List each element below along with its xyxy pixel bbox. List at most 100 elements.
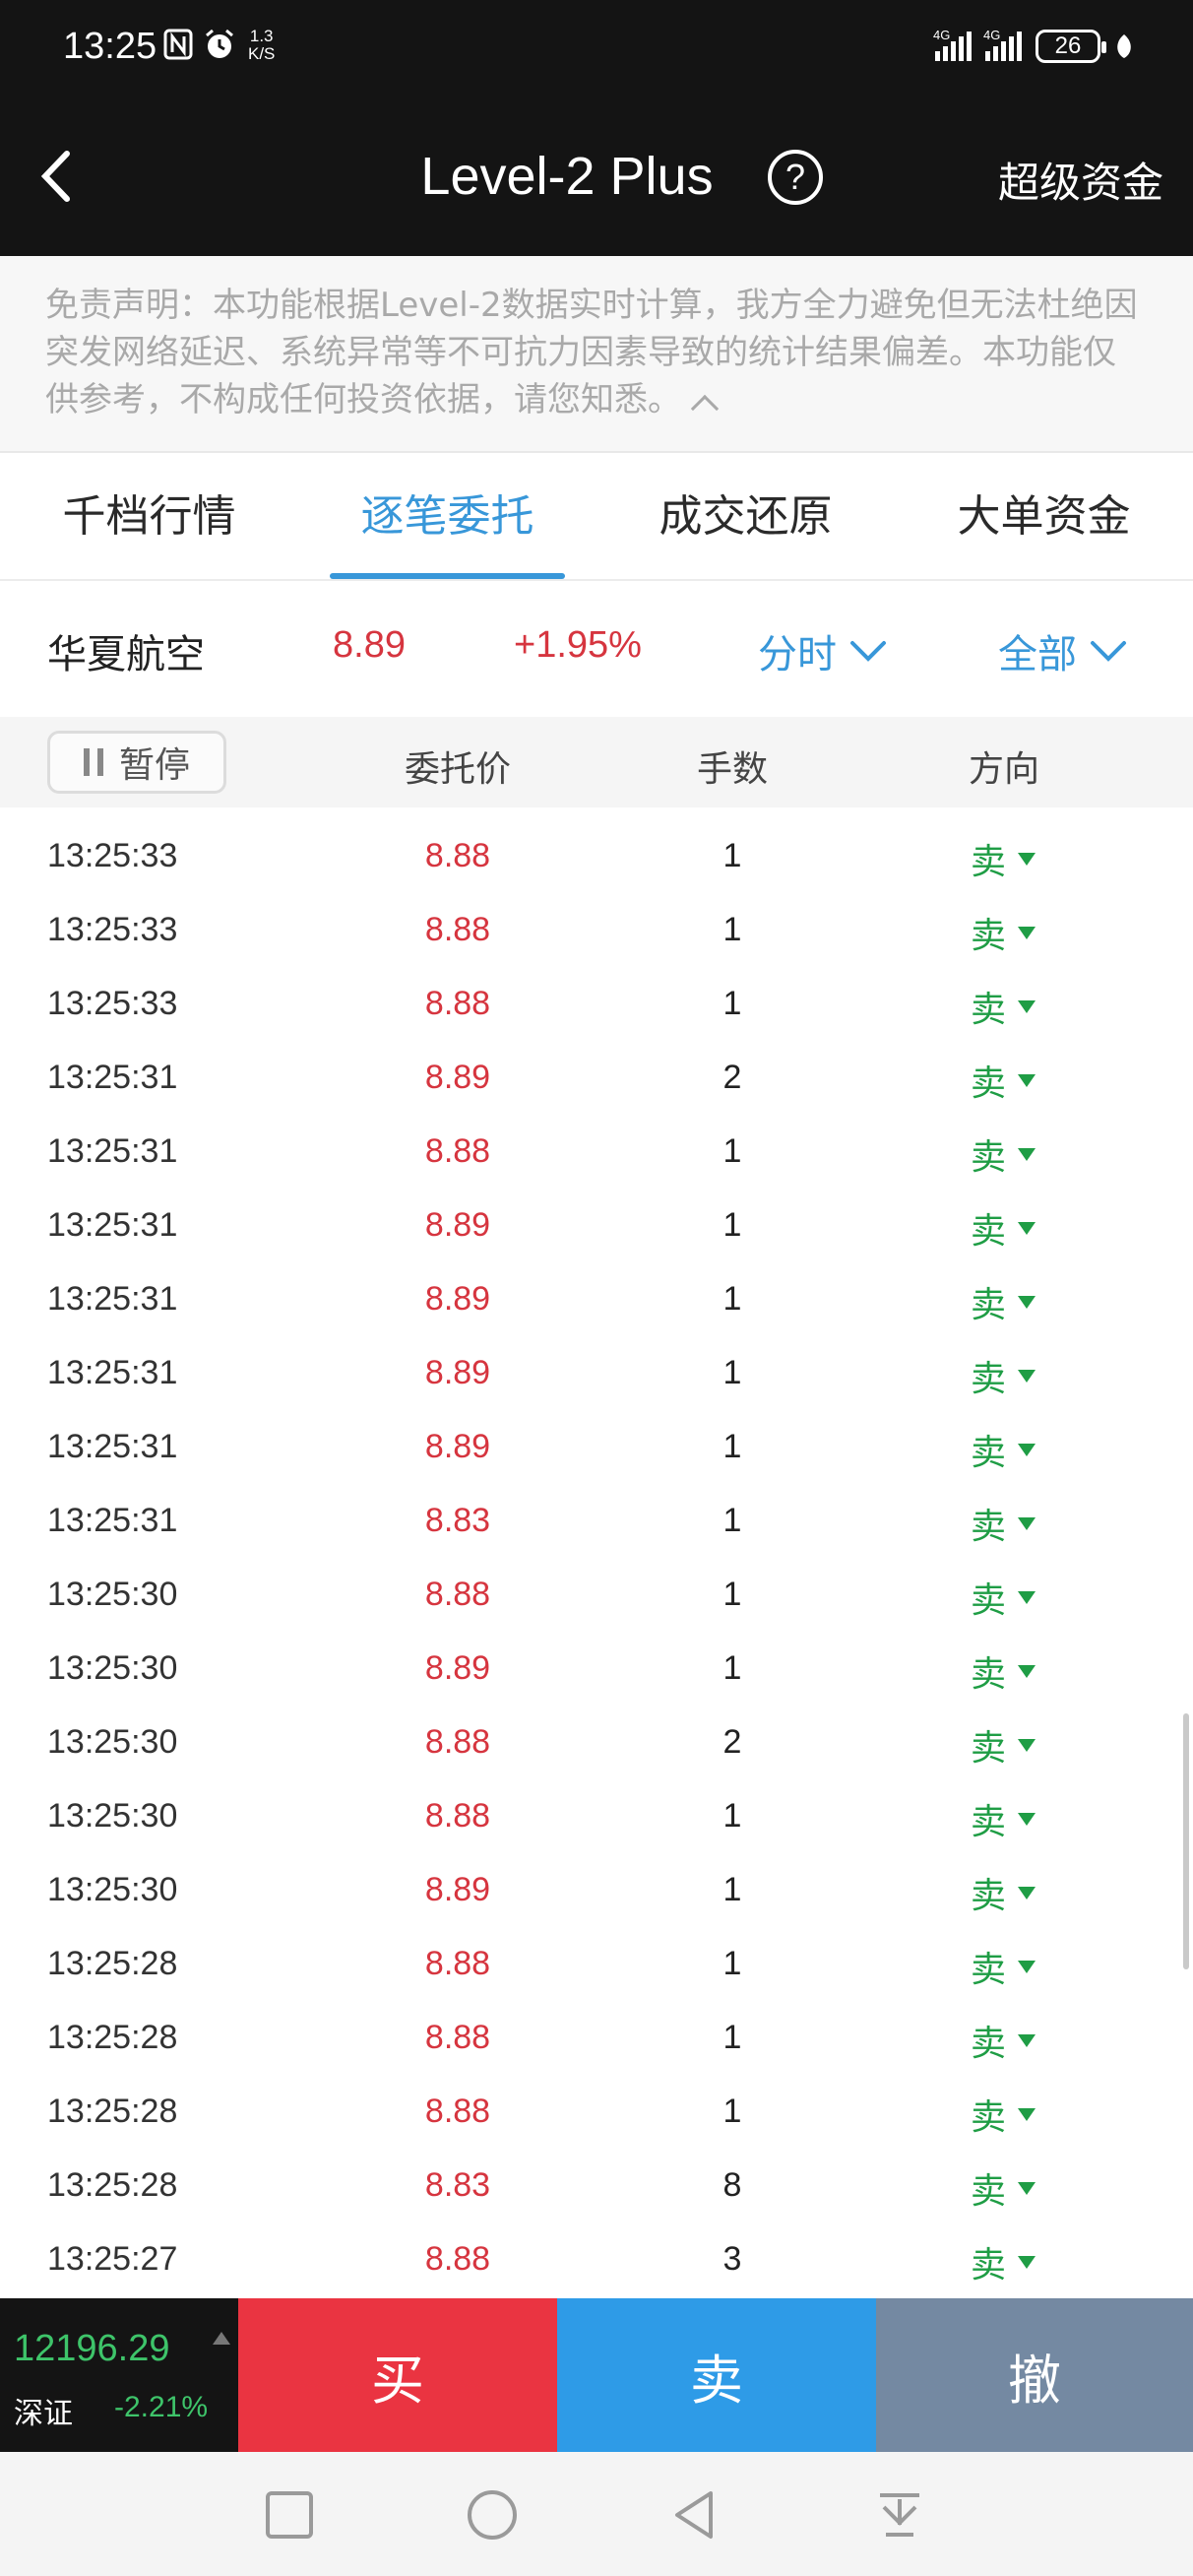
table-row: 13:25:28 8.83 8 卖: [0, 2145, 1193, 2219]
order-price: 8.89: [424, 1428, 491, 1465]
order-qty: 1: [722, 1649, 742, 1687]
order-qty: 1: [722, 2093, 742, 2130]
pause-button[interactable]: 暂停: [47, 731, 226, 794]
tab-order-by-order[interactable]: 逐笔委托: [298, 453, 596, 579]
table-row: 13:25:31 8.89 1 卖: [0, 1185, 1193, 1258]
table-row: 13:25:27 8.88 3 卖: [0, 2219, 1193, 2292]
down-triangle-icon: [1018, 999, 1036, 1013]
chevron-down-icon: [850, 641, 886, 662]
order-price: 8.88: [424, 985, 491, 1022]
order-time: 13:25:31: [47, 1354, 178, 1391]
order-list[interactable]: 13:25:33 8.88 1 卖 13:25:33 8.88 1 卖 13:25:33 8.88…: [0, 815, 1193, 2298]
index-ticker[interactable]: 12196.29 深证 -2.21%: [0, 2298, 238, 2452]
order-price: 8.88: [424, 2240, 491, 2278]
cancel-order-button[interactable]: 撤: [876, 2298, 1193, 2452]
tab-big-order-funds[interactable]: 大单资金: [895, 453, 1193, 579]
order-direction: 卖: [971, 2015, 1036, 2066]
filter-dropdown[interactable]: 全部: [998, 622, 1128, 679]
table-row: 13:25:31 8.89 1 卖: [0, 1258, 1193, 1332]
buy-button[interactable]: 买: [238, 2298, 557, 2452]
order-time: 13:25:30: [47, 1576, 178, 1613]
order-qty: 1: [722, 2019, 742, 2056]
order-direction: 卖: [971, 1350, 1036, 1401]
disclaimer-text: 免责声明：本功能根据Level-2数据实时计算，我方全力避免但无法杜绝因突发网络…: [45, 286, 1138, 419]
order-price: 8.89: [424, 1280, 491, 1318]
recent-apps-icon[interactable]: [260, 2485, 319, 2544]
super-funds-link[interactable]: 超级资金: [998, 150, 1163, 210]
order-qty: 2: [722, 1723, 742, 1761]
order-qty: 3: [722, 2240, 742, 2278]
down-triangle-icon: [1018, 2107, 1036, 2121]
order-direction: 卖: [971, 1793, 1036, 1844]
order-price: 8.88: [424, 2093, 491, 2130]
table-row: 13:25:33 8.88 1 卖: [0, 815, 1193, 889]
table-row: 13:25:28 8.88 1 卖: [0, 1923, 1193, 1997]
down-triangle-icon: [1018, 926, 1036, 939]
table-row: 13:25:33 8.88 1 卖: [0, 963, 1193, 1037]
column-header-direction: 方向: [968, 749, 1039, 790]
down-triangle-icon: [1018, 1664, 1036, 1678]
down-triangle-icon: [1018, 1960, 1036, 1973]
order-qty: 1: [722, 1354, 742, 1391]
order-qty: 1: [722, 1132, 742, 1170]
tab-trade-restore[interactable]: 成交还原: [596, 453, 895, 579]
order-time: 13:25:31: [47, 1502, 178, 1539]
disclaimer: 免责声明：本功能根据Level-2数据实时计算，我方全力避免但无法杜绝因突发网络…: [0, 256, 1193, 453]
order-price: 8.88: [424, 1797, 491, 1835]
order-price: 8.88: [424, 1945, 491, 1982]
order-price: 8.89: [424, 1871, 491, 1908]
home-icon[interactable]: [463, 2485, 522, 2544]
order-price: 8.83: [424, 1502, 491, 1539]
period-dropdown[interactable]: 分时: [758, 622, 888, 679]
order-direction: 卖: [971, 907, 1036, 958]
order-time: 13:25:33: [47, 911, 178, 948]
index-change: -2.21%: [114, 2391, 209, 2423]
tab-depth-quotes[interactable]: 千档行情: [0, 453, 298, 579]
down-triangle-icon: [1018, 1590, 1036, 1604]
table-header: 暂停 委托价 手数 方向: [0, 717, 1193, 807]
stock-change-pct: +1.95%: [514, 624, 642, 666]
order-price: 8.88: [424, 911, 491, 948]
status-bar: 13:25 1.3 K/S 4G 4G 26: [0, 0, 1193, 98]
order-price: 8.83: [424, 2166, 491, 2204]
pull-down-icon[interactable]: [870, 2485, 929, 2544]
down-triangle-icon: [1018, 2033, 1036, 2047]
order-time: 13:25:28: [47, 1945, 178, 1982]
sell-button[interactable]: 卖: [557, 2298, 876, 2452]
order-qty: 1: [722, 985, 742, 1022]
order-price: 8.88: [424, 1576, 491, 1613]
order-qty: 1: [722, 911, 742, 948]
net-speed: 1.3 K/S: [248, 27, 276, 63]
collapse-caret-icon[interactable]: [690, 394, 720, 423]
order-time: 13:25:30: [47, 1723, 178, 1761]
order-qty: 1: [722, 1280, 742, 1318]
back-icon[interactable]: [665, 2485, 724, 2544]
help-icon[interactable]: ?: [768, 150, 823, 205]
order-direction: 卖: [971, 1055, 1036, 1106]
order-direction: 卖: [971, 1572, 1036, 1623]
order-time: 13:25:27: [47, 2240, 178, 2278]
tab-bar: 千档行情 逐笔委托 成交还原 大单资金: [0, 453, 1193, 581]
table-row: 13:25:28 8.88 1 卖: [0, 1997, 1193, 2071]
order-time: 13:25:28: [47, 2019, 178, 2056]
order-time: 13:25:30: [47, 1649, 178, 1687]
order-price: 8.89: [424, 1059, 491, 1096]
system-nav-bar: [0, 2452, 1193, 2576]
table-row: 13:25:31 8.89 1 卖: [0, 1406, 1193, 1480]
index-value: 12196.29: [14, 2328, 170, 2369]
order-price: 8.88: [424, 2019, 491, 2056]
order-direction: 卖: [971, 833, 1036, 884]
table-row: 13:25:30 8.88 2 卖: [0, 1702, 1193, 1775]
signal-icon-sim2: 4G: [983, 28, 1022, 61]
down-triangle-icon: [1018, 852, 1036, 866]
order-qty: 1: [722, 1871, 742, 1908]
order-direction: 卖: [971, 2089, 1036, 2140]
order-direction: 卖: [971, 1867, 1036, 1918]
order-direction: 卖: [971, 1128, 1036, 1180]
scrollbar[interactable]: [1183, 1713, 1189, 1969]
order-direction: 卖: [971, 2162, 1036, 2214]
alarm-icon: [206, 29, 233, 58]
status-time: 13:25: [63, 26, 157, 67]
order-direction: 卖: [971, 2236, 1036, 2287]
order-price: 8.89: [424, 1206, 491, 1244]
